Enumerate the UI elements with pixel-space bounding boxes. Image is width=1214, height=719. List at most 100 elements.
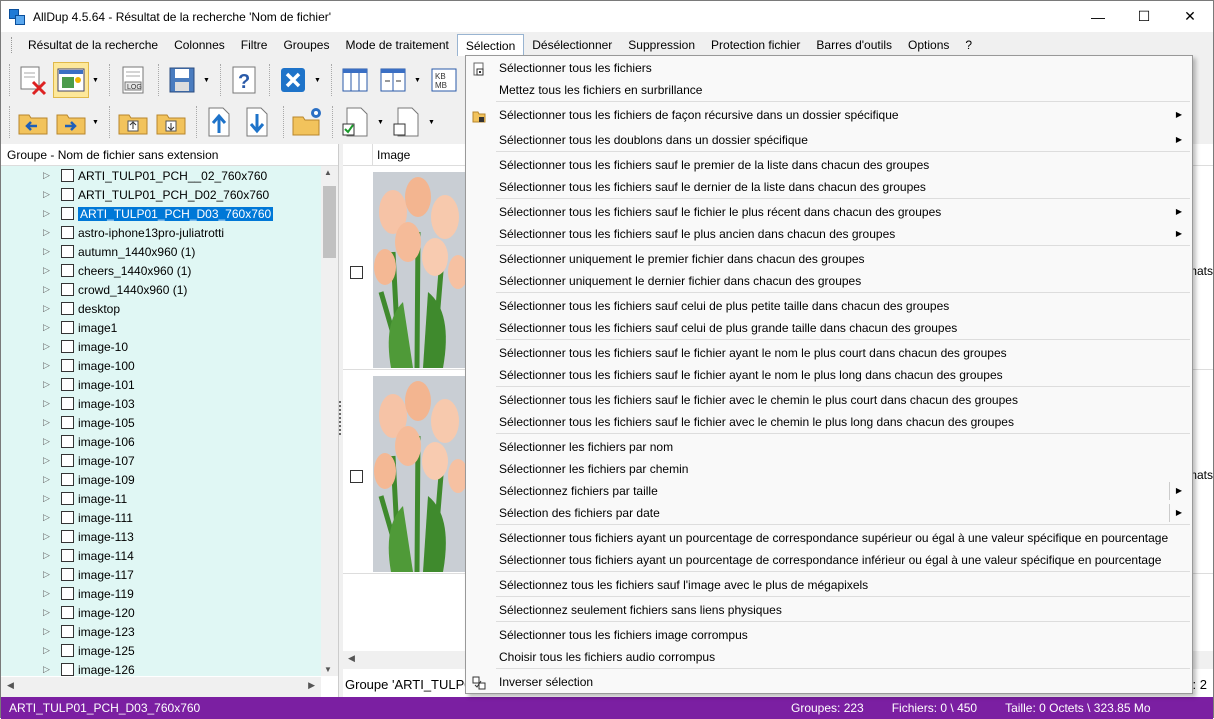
tree-group-item[interactable]: ▷ ARTI_TULP01_PCH_D03_760x760 xyxy=(1,204,321,223)
group-checkbox[interactable] xyxy=(61,473,74,486)
menu-item-selectionner-tous-les-fichiers-sauf-le-f[interactable]: Sélectionner tous les fichiers sauf le f… xyxy=(466,201,1192,223)
tree-vertical-scrollbar[interactable]: ▲ ▼ xyxy=(321,166,338,676)
menu-item-selectionner-tous-les-fichiers-de-facon-[interactable]: Sélectionner tous les fichiers de façon … xyxy=(466,104,1192,126)
menu-filtre[interactable]: Filtre xyxy=(233,34,276,56)
log-button[interactable]: LOG xyxy=(115,62,151,98)
menu-item-selectionner-tous-les-fichiers-sauf-le-p[interactable]: Sélectionner tous les fichiers sauf le p… xyxy=(466,223,1192,245)
move-down-button[interactable] xyxy=(240,104,276,140)
expand-arrow-icon[interactable]: ▷ xyxy=(43,455,57,466)
image-column-header[interactable]: Image xyxy=(373,144,410,165)
tree-group-item[interactable]: ▷ ARTI_TULP01_PCH__02_760x760 xyxy=(1,166,321,185)
tree-group-item[interactable]: ▷ crowd_1440x960 (1) xyxy=(1,280,321,299)
expand-arrow-icon[interactable]: ▷ xyxy=(43,227,57,238)
group-checkbox[interactable] xyxy=(61,587,74,600)
folder-settings-button[interactable] xyxy=(289,104,325,140)
check-file-dropdown[interactable]: ▼ xyxy=(376,104,385,140)
group-checkbox[interactable] xyxy=(61,397,74,410)
uncheck-file-dropdown[interactable]: ▼ xyxy=(427,104,436,140)
scroll-left-icon[interactable]: ◀ xyxy=(348,653,355,664)
menu-item-selectionner-tous-les-fichiers[interactable]: Sélectionner tous les fichiers xyxy=(466,57,1192,79)
column-width-button[interactable] xyxy=(375,62,411,98)
expand-arrow-icon[interactable]: ▷ xyxy=(43,607,57,618)
tree-scroll-thumb[interactable] xyxy=(323,186,336,258)
expand-arrow-icon[interactable]: ▷ xyxy=(43,398,57,409)
expand-arrow-icon[interactable]: ▷ xyxy=(43,531,57,542)
tree-group-item[interactable]: ▷ image-11 xyxy=(1,489,321,508)
size-unit-button[interactable]: KB MB xyxy=(426,62,462,98)
group-checkbox[interactable] xyxy=(61,663,74,676)
group-checkbox[interactable] xyxy=(61,283,74,296)
group-checkbox[interactable] xyxy=(61,454,74,467)
tree-group-item[interactable]: ▷ cheers_1440x960 (1) xyxy=(1,261,321,280)
uncheck-file-button[interactable] xyxy=(389,104,425,140)
menu-item-selectionner-tous-les-doublons-dans-un-d[interactable]: Sélectionner tous les doublons dans un d… xyxy=(466,129,1192,151)
collapse-all-button[interactable] xyxy=(153,104,189,140)
expand-arrow-icon[interactable]: ▷ xyxy=(43,360,57,371)
tree-group-item[interactable]: ▷ image-111 xyxy=(1,508,321,527)
menu-[interactable]: ? xyxy=(957,34,980,56)
menu-item-mettez-tous-les-fichiers-en-surbrillance[interactable]: Mettez tous les fichiers en surbrillance xyxy=(466,79,1192,101)
minimize-button[interactable]: — xyxy=(1075,1,1121,32)
tree-group-item[interactable]: ▷ image-113 xyxy=(1,527,321,546)
tree-group-item[interactable]: ▷ image-107 xyxy=(1,451,321,470)
tree-group-item[interactable]: ▷ image-117 xyxy=(1,565,321,584)
help-button[interactable]: ? xyxy=(226,62,262,98)
menu-item-selectionner-tous-les-fichiers-sauf-le-f[interactable]: Sélectionner tous les fichiers sauf le f… xyxy=(466,389,1192,411)
close-results-dropdown[interactable]: ▼ xyxy=(313,62,322,98)
menu-colonnes[interactable]: Colonnes xyxy=(166,34,233,56)
checkbox-column-header[interactable] xyxy=(343,144,373,165)
menu-item-selectionnez-fichiers-par-taille[interactable]: Sélectionnez fichiers par taille ▶ xyxy=(466,480,1192,502)
group-checkbox[interactable] xyxy=(61,321,74,334)
tree-group-item[interactable]: ▷ astro-iphone13pro-juliatrotti xyxy=(1,223,321,242)
tree-group-item[interactable]: ▷ image-123 xyxy=(1,622,321,641)
menu-item-selectionnez-tous-les-fichiers-sauf-l-im[interactable]: Sélectionnez tous les fichiers sauf l'im… xyxy=(466,574,1192,596)
close-results-button[interactable] xyxy=(275,62,311,98)
expand-arrow-icon[interactable]: ▷ xyxy=(43,322,57,333)
tree-group-item[interactable]: ▷ image-10 xyxy=(1,337,321,356)
scroll-up-icon[interactable]: ▲ xyxy=(324,168,332,177)
menu-barres-d-outils[interactable]: Barres d'outils xyxy=(808,34,900,56)
menu-protection-fichier[interactable]: Protection fichier xyxy=(703,34,808,56)
group-checkbox[interactable] xyxy=(61,245,74,258)
move-up-button[interactable] xyxy=(202,104,238,140)
group-checkbox[interactable] xyxy=(61,378,74,391)
scroll-right-icon[interactable]: ▶ xyxy=(308,680,315,691)
tree-group-item[interactable]: ▷ image-126 xyxy=(1,660,321,676)
menu-item-selection-des-fichiers-par-date[interactable]: Sélection des fichiers par date ▶ xyxy=(466,502,1192,524)
image-preview-dropdown[interactable]: ▼ xyxy=(91,62,100,98)
tree-group-item[interactable]: ▷ autumn_1440x960 (1) xyxy=(1,242,321,261)
tree-group-item[interactable]: ▷ image-109 xyxy=(1,470,321,489)
group-checkbox[interactable] xyxy=(61,606,74,619)
menu-options[interactable]: Options xyxy=(900,34,957,56)
menu-item-selectionner-uniquement-le-dernier-fichi[interactable]: Sélectionner uniquement le dernier fichi… xyxy=(466,270,1192,292)
expand-arrow-icon[interactable]: ▷ xyxy=(43,645,57,656)
expand-arrow-icon[interactable]: ▷ xyxy=(43,341,57,352)
expand-arrow-icon[interactable]: ▷ xyxy=(43,512,57,523)
group-checkbox[interactable] xyxy=(61,264,74,277)
menu-suppression[interactable]: Suppression xyxy=(620,34,703,56)
menu-item-selectionner-tous-fichiers-ayant-un-pour[interactable]: Sélectionner tous fichiers ayant un pour… xyxy=(466,527,1192,549)
expand-arrow-icon[interactable]: ▷ xyxy=(43,417,57,428)
scroll-left-icon[interactable]: ◀ xyxy=(7,680,14,691)
previous-group-button[interactable] xyxy=(15,104,51,140)
tree-group-item[interactable]: ▷ image-114 xyxy=(1,546,321,565)
menu-item-inverser-selection[interactable]: Inverser sélection xyxy=(466,671,1192,693)
tree-group-item[interactable]: ▷ image-119 xyxy=(1,584,321,603)
tree-group-item[interactable]: ▷ image-101 xyxy=(1,375,321,394)
tree-group-item[interactable]: ▷ image-125 xyxy=(1,641,321,660)
expand-arrow-icon[interactable]: ▷ xyxy=(43,284,57,295)
navigation-dropdown[interactable]: ▼ xyxy=(91,104,100,140)
group-checkbox[interactable] xyxy=(61,169,74,182)
delete-results-button[interactable] xyxy=(15,62,51,98)
expand-arrow-icon[interactable]: ▷ xyxy=(43,588,57,599)
tree-horizontal-scrollbar[interactable]: ◀ ▶ xyxy=(1,677,321,697)
expand-arrow-icon[interactable]: ▷ xyxy=(43,208,57,219)
menu-item-selectionner-tous-fichiers-ayant-un-pour[interactable]: Sélectionner tous fichiers ayant un pour… xyxy=(466,549,1192,571)
group-checkbox[interactable] xyxy=(61,302,74,315)
group-checkbox[interactable] xyxy=(61,511,74,524)
expand-arrow-icon[interactable]: ▷ xyxy=(43,189,57,200)
tree-group-item[interactable]: ▷ ARTI_TULP01_PCH_D02_760x760 xyxy=(1,185,321,204)
expand-arrow-icon[interactable]: ▷ xyxy=(43,493,57,504)
group-checkbox[interactable] xyxy=(61,359,74,372)
menu-item-selectionner-tous-les-fichiers-sauf-le-d[interactable]: Sélectionner tous les fichiers sauf le d… xyxy=(466,176,1192,198)
